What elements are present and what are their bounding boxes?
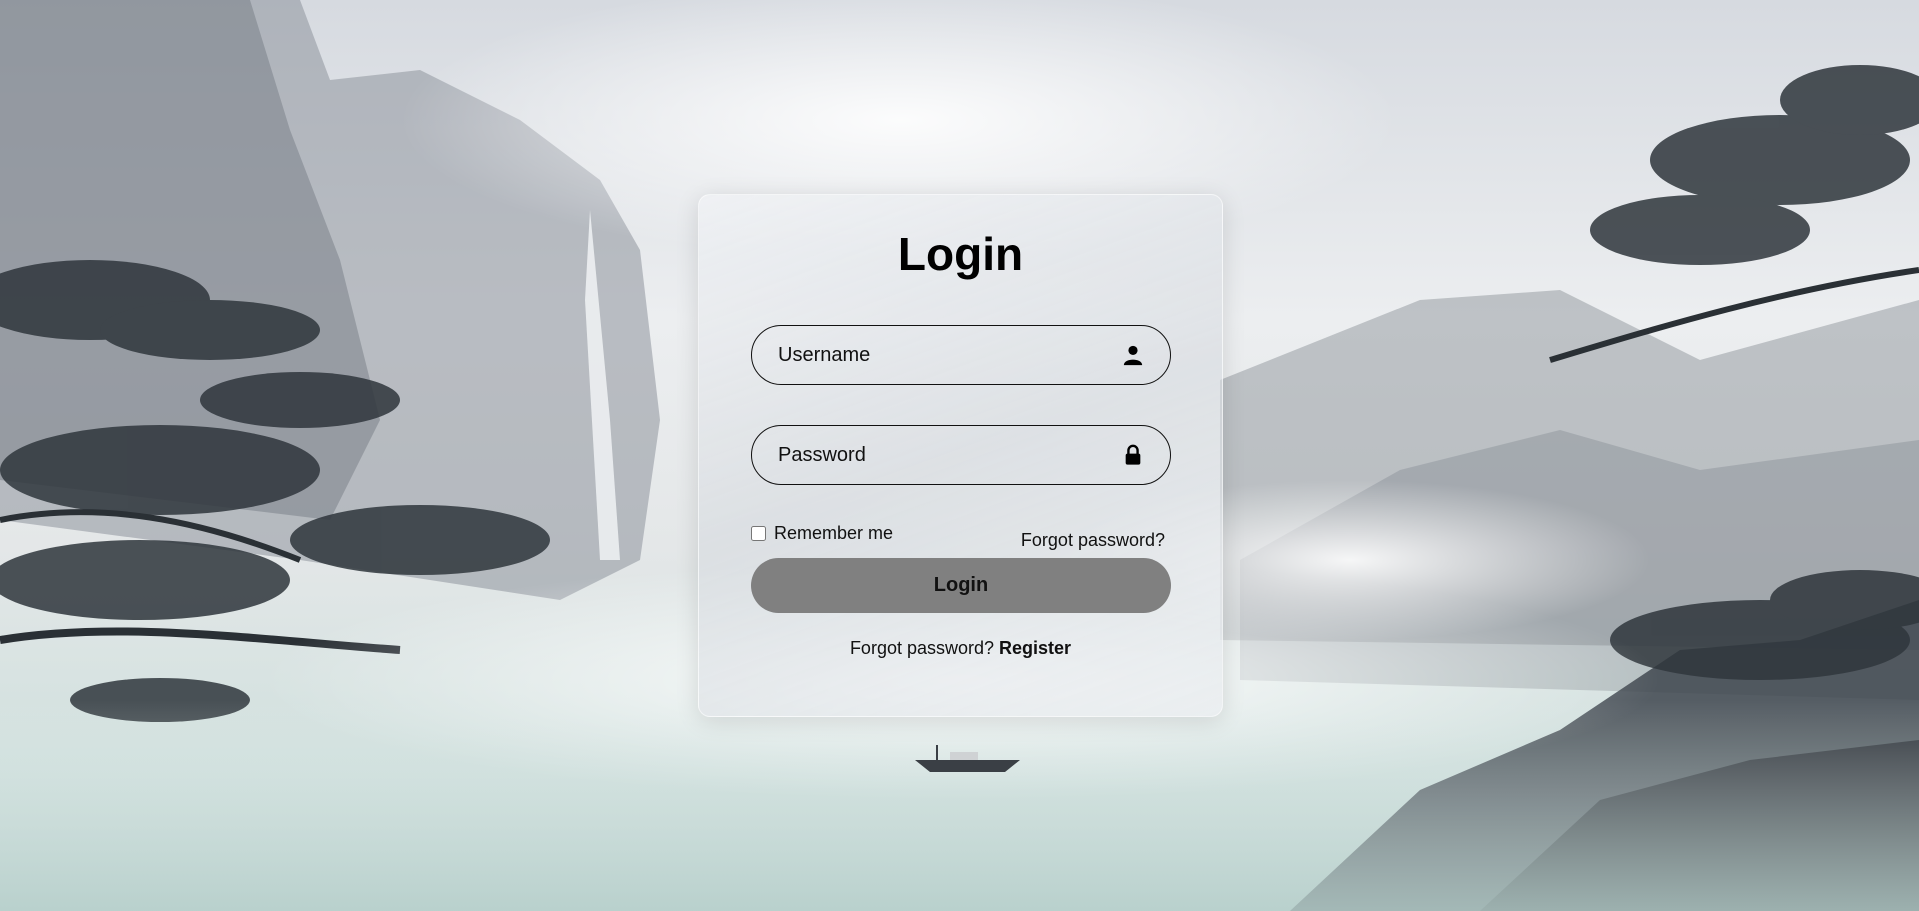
login-card: Login Remember me Forgot password? Login… [698,194,1223,717]
user-icon [1123,345,1143,366]
password-input[interactable] [776,426,1110,485]
forgot-password-link[interactable]: Forgot password? [1021,530,1165,551]
login-button[interactable]: Login [751,558,1171,613]
remember-me-label: Remember me [774,523,894,543]
remember-me-checkbox[interactable] [751,526,766,541]
username-field[interactable] [751,325,1171,385]
username-input[interactable] [776,326,1110,385]
lock-icon [1125,444,1141,465]
password-field[interactable] [751,425,1171,485]
remember-me[interactable]: Remember me [751,523,893,544]
login-title: Login [897,228,1024,280]
register-prompt-text: Forgot password? [849,638,995,658]
register-link[interactable]: Register [999,638,1071,658]
register-prompt: Forgot password? Register [699,638,1222,659]
background-scene: Login Remember me Forgot password? Login… [0,0,1919,911]
